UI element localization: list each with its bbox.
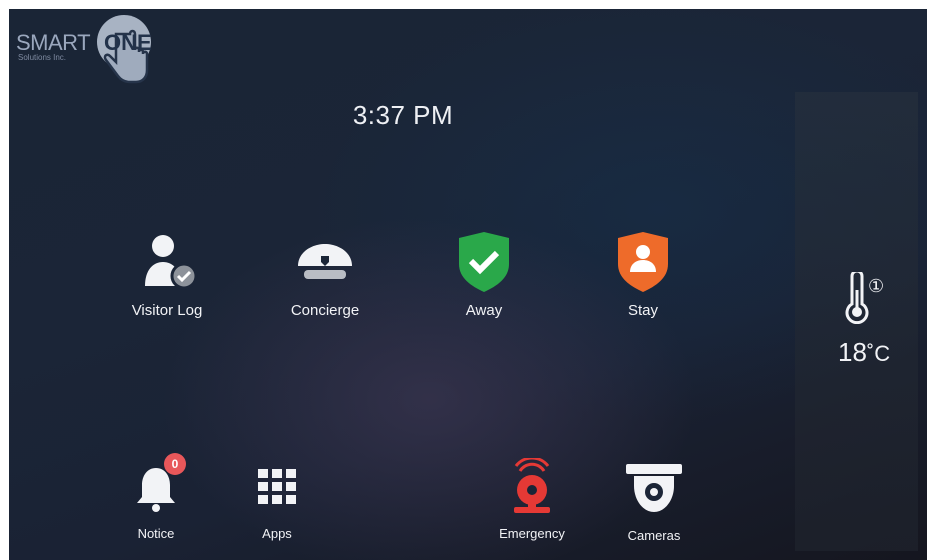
notice-button[interactable]: Notice: [116, 464, 196, 541]
sensor-index: ①: [868, 276, 884, 297]
concierge-cap-icon: [298, 244, 352, 279]
grid-icon: [258, 469, 296, 504]
shield-check-icon: [459, 232, 509, 292]
cameras-label: Cameras: [627, 528, 681, 543]
apps-button[interactable]: Apps: [237, 464, 317, 541]
temperature-readout: 18˚C: [838, 337, 890, 368]
stay-label: Stay: [627, 302, 658, 319]
away-button[interactable]: Away: [434, 232, 534, 319]
logo-subtitle: Solutions Inc.: [18, 53, 67, 62]
apps-label: Apps: [262, 526, 292, 541]
visitor-check-icon: [145, 235, 198, 290]
emergency-button[interactable]: Emergency: [487, 458, 577, 541]
company-logo: SMART ONE Solutions Inc.: [8, 14, 168, 94]
away-label: Away: [465, 302, 503, 319]
temperature-unit: ˚C: [866, 341, 891, 366]
logo-text-bold: ONE: [104, 30, 152, 55]
thermometer-widget[interactable]: ①: [838, 269, 898, 329]
thermometer-icon: ①: [845, 269, 884, 325]
concierge-label: Concierge: [290, 302, 360, 319]
alarm-bell-icon: [514, 458, 550, 513]
dome-camera-icon: [626, 464, 682, 512]
notice-label: Notice: [137, 526, 175, 541]
stay-button[interactable]: Stay: [593, 232, 693, 319]
concierge-button[interactable]: Concierge: [275, 232, 375, 319]
visitor-log-label: Visitor Log: [131, 302, 203, 319]
notice-badge: 0: [164, 453, 186, 475]
visitor-log-button[interactable]: Visitor Log: [117, 232, 217, 319]
emergency-label: Emergency: [499, 526, 565, 541]
clock: 3:37 PM: [352, 100, 454, 130]
temperature-value: 18: [838, 337, 867, 367]
cameras-button[interactable]: Cameras: [609, 462, 699, 543]
shield-person-icon: [618, 232, 668, 292]
